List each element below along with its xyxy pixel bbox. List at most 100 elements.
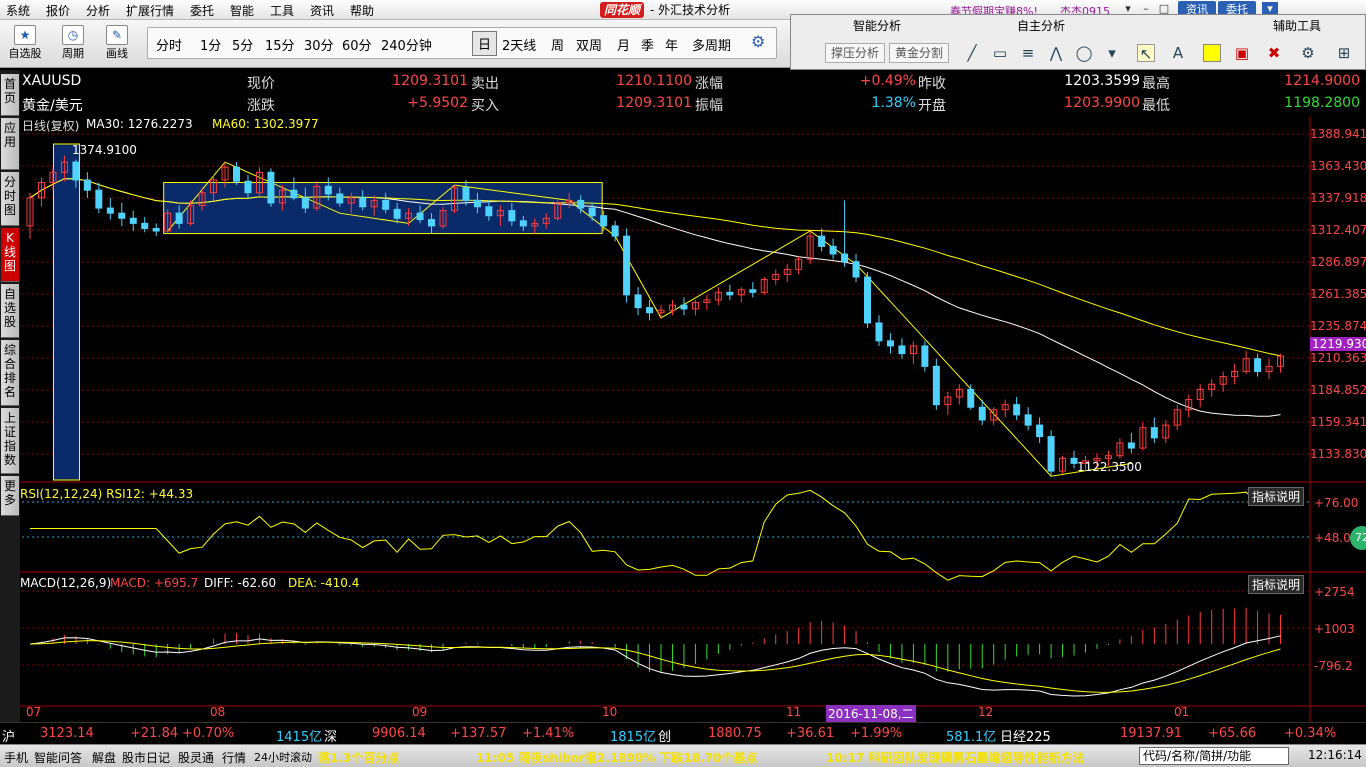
star-icon: ★ <box>14 25 36 45</box>
select-stock-tool[interactable]: ★ 自选股 <box>6 24 44 64</box>
self-analysis-header[interactable]: 自主分析 <box>1017 17 1065 34</box>
open-value: 1203.9900 <box>1064 95 1140 111</box>
menu-tools[interactable]: 工具 <box>270 2 294 19</box>
pressure-analysis-button[interactable]: 撑压分析 <box>825 43 886 63</box>
quote-header: XAUUSD 黄金/美元 现价 涨跌 1209.3101 +5.9502 卖出 … <box>20 70 1366 116</box>
period-2day[interactable]: 2天线 <box>502 35 536 54</box>
candle-body <box>921 345 929 367</box>
sh-index[interactable]: 3123.14 <box>40 726 94 741</box>
menu-analysis[interactable]: 分析 <box>86 2 110 19</box>
period-1min[interactable]: 1分 <box>200 35 221 54</box>
period-tool[interactable]: ◷ 周期 <box>54 24 92 64</box>
draw-tool[interactable]: ✎ 画线 <box>98 24 136 64</box>
smart-analysis-header[interactable]: 智能分析 <box>853 17 901 34</box>
candle-body <box>967 388 975 408</box>
bottom-analysis[interactable]: 解盘 <box>92 749 116 766</box>
app-logo: 同花顺 <box>600 2 645 18</box>
news-item[interactable]: 落1.3个百分点 <box>318 749 399 766</box>
line-tool-icon[interactable]: ╱ <box>963 44 981 62</box>
now-value: 1209.3101 <box>392 73 468 89</box>
period-240min[interactable]: 240分钟 <box>381 35 432 54</box>
wave-tool-icon[interactable]: ⋀ <box>1047 44 1065 62</box>
candle-body <box>577 199 585 209</box>
news-item[interactable]: 11:05 隔夜shibor报2.1890% 下跌18.70个基点 <box>476 749 757 766</box>
bottom-mobile[interactable]: 手机 <box>4 749 28 766</box>
aux-tools-header[interactable]: 辅助工具 <box>1273 17 1321 34</box>
candle-body <box>485 206 493 217</box>
parallel-tool-icon[interactable]: ≡ <box>1019 44 1037 62</box>
menu-smart[interactable]: 智能 <box>230 2 254 19</box>
candle-body <box>428 219 436 227</box>
kline-chart[interactable] <box>20 116 1366 722</box>
candle-body <box>1127 442 1135 449</box>
search-input[interactable]: 代码/名称/简拼/功能 <box>1139 747 1289 765</box>
period-year[interactable]: 年 <box>665 35 678 54</box>
candle-body <box>83 179 91 191</box>
selection-box <box>52 143 80 481</box>
date-tick: 11 <box>786 705 802 719</box>
change-label: 涨跌 <box>247 98 275 114</box>
period-month[interactable]: 月 <box>617 35 630 54</box>
toolbar: ★ 自选股 ◷ 周期 ✎ 画线 分时 1分 5分 15分 30分 60分 240分钟 … <box>0 20 792 68</box>
rect-tool-icon[interactable]: ▭ <box>991 44 1009 62</box>
ellipse-tool-icon[interactable]: ◯ <box>1075 44 1093 62</box>
news-item[interactable]: 10:17 科研团队发现磷黑石墨烯超导性能新方法 <box>826 749 1084 766</box>
tab-sh-index[interactable]: 上证指数 <box>1 408 19 474</box>
price-tick: 1159.341 <box>1310 415 1366 429</box>
color-picker-icon[interactable] <box>1203 44 1221 62</box>
cursor-icon[interactable]: ↖ <box>1137 44 1155 63</box>
nk-index[interactable]: 19137.91 <box>1120 726 1182 741</box>
candle-body <box>875 322 883 342</box>
gold-split-button[interactable]: 黄金分割 <box>889 43 950 63</box>
bottom-quotes[interactable]: 行情 <box>222 749 246 766</box>
period-quarter[interactable]: 季 <box>641 35 654 54</box>
menu-system[interactable]: 系统 <box>6 2 30 19</box>
menu-trade[interactable]: 委托 <box>190 2 214 19</box>
cy-index[interactable]: 1880.75 <box>708 726 762 741</box>
buy-value: 1209.3101 <box>616 95 692 111</box>
menu-extended[interactable]: 扩展行情 <box>126 2 174 19</box>
tool-settings-icon[interactable]: ⚙ <box>1299 44 1317 62</box>
period-5min[interactable]: 5分 <box>232 35 253 54</box>
text-tool-icon[interactable]: A <box>1169 44 1187 62</box>
period-60min[interactable]: 60分 <box>342 35 372 54</box>
menu-info[interactable]: 资讯 <box>310 2 334 19</box>
tab-ranking[interactable]: 综合排名 <box>1 340 19 406</box>
tab-timeshare[interactable]: 分时图 <box>1 172 19 226</box>
period-15min[interactable]: 15分 <box>265 35 295 54</box>
period-week[interactable]: 周 <box>551 35 564 54</box>
period-multi[interactable]: 多周期 <box>692 35 731 54</box>
period-2week[interactable]: 双周 <box>576 35 602 54</box>
main-title: 日线(复权) <box>22 119 80 133</box>
bottom-diary[interactable]: 股市日记 <box>122 749 170 766</box>
tab-apps[interactable]: 应用 <box>1 118 19 170</box>
tab-more[interactable]: 更多 <box>1 476 19 516</box>
candle-body <box>118 212 126 219</box>
period-day[interactable]: 日 <box>472 31 498 56</box>
menu-quote[interactable]: 报价 <box>46 2 70 19</box>
period-tick[interactable]: 分时 <box>156 35 182 54</box>
period-30min[interactable]: 30分 <box>304 35 334 54</box>
tab-home[interactable]: 首页 <box>1 74 19 116</box>
chart-area[interactable]: 日线(复权) MA30: 1276.2273 MA60: 1302.3977 R… <box>20 116 1366 722</box>
tab-watchlist[interactable]: 自选股 <box>1 284 19 338</box>
sz-index[interactable]: 9906.14 <box>372 726 426 741</box>
dea-line <box>29 640 1281 693</box>
bottom-qa[interactable]: 智能问答 <box>34 749 82 766</box>
more-draw-icon[interactable]: ▾ <box>1103 44 1121 62</box>
macd-explain-button[interactable]: 指标说明 <box>1248 575 1305 594</box>
rsi-explain-button[interactable]: 指标说明 <box>1248 487 1305 506</box>
bottom-gulingtong[interactable]: 股灵通 <box>178 749 214 766</box>
menu-help[interactable]: 帮助 <box>350 2 374 19</box>
tab-kline[interactable]: K线图 <box>1 228 19 282</box>
panel-expand-icon[interactable]: ⊞ <box>1335 44 1353 62</box>
diff-line <box>29 635 1281 697</box>
window-title: - 外汇技术分析 <box>650 3 731 17</box>
bottom-24h[interactable]: 24小时滚动 <box>254 749 312 765</box>
diff-value: DIFF: -62.60 <box>204 576 277 590</box>
eraser-icon[interactable]: ▣ <box>1233 44 1251 62</box>
delete-icon[interactable]: ✖ <box>1265 44 1283 62</box>
settings-gear-icon[interactable]: ⚙ <box>751 32 765 51</box>
price-tick: 1133.830 <box>1310 447 1366 461</box>
rsi-line <box>30 489 1281 581</box>
